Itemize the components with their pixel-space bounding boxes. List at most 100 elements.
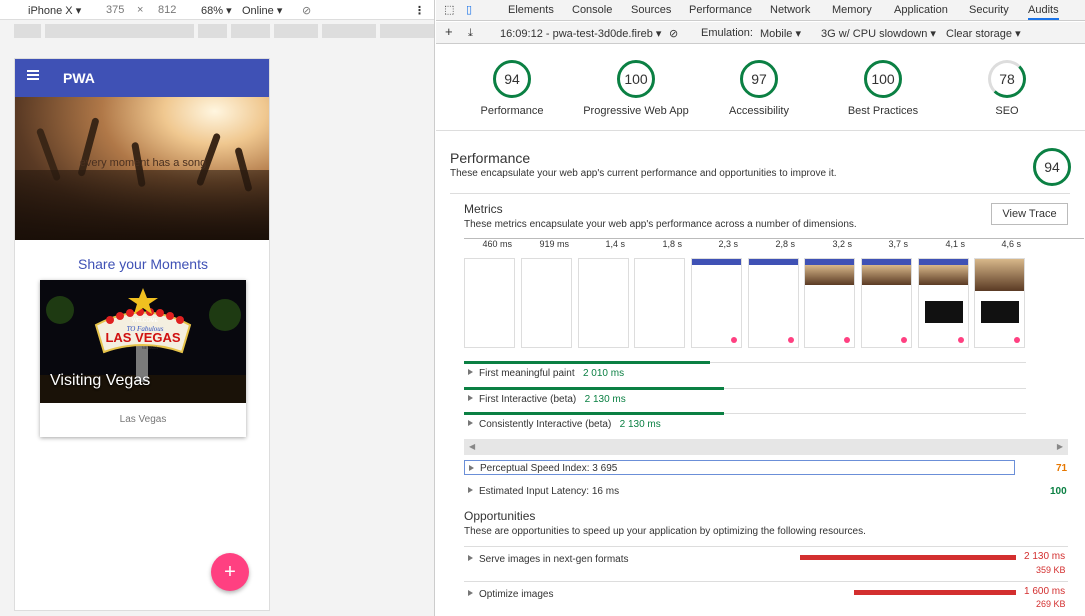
hero-caption: every moment has a song [79, 157, 207, 169]
clear-storage-select[interactable]: Clear storage ▾ [946, 27, 1021, 40]
width-input[interactable]: 375 [106, 4, 124, 16]
gauge-pwa-label: Progressive Web App [583, 105, 689, 117]
card-image: WELCOME TO Fabulous LAS VEGAS NEVADA Vis… [40, 280, 246, 403]
filmstrip-tick: 919 ms [539, 239, 569, 249]
network-select[interactable]: Online ▾ [242, 4, 282, 17]
zoom-value: 68% [201, 5, 224, 17]
clear-icon[interactable]: ⊘ [669, 27, 678, 40]
filmstrip-tick: 460 ms [482, 239, 512, 249]
timing-track [724, 413, 1026, 414]
device-select[interactable]: iPhone X ▾ [28, 4, 81, 17]
divider [450, 193, 1070, 194]
device-toggle-icon[interactable]: ▯ [466, 3, 472, 16]
inspect-icon[interactable]: ⬚ [444, 3, 454, 16]
zoom-select[interactable]: 68% ▾ [201, 4, 232, 17]
performance-section-description: These encapsulate your web app's current… [450, 168, 837, 179]
scroll-left-icon[interactable]: ◀ [469, 442, 475, 451]
media-query-ruler[interactable] [0, 24, 434, 38]
opportunities-description: These are opportunities to speed up your… [464, 526, 866, 537]
opportunity-time: 2 130 ms [1024, 551, 1066, 562]
tab-network[interactable]: Network [770, 4, 810, 16]
metric-consistently-interactive[interactable]: Consistently Interactive (beta) 2 130 ms [464, 415, 1024, 435]
divider [464, 581, 1068, 582]
metric-value: 2 010 ms [582, 368, 625, 379]
opportunity-label: Optimize images [479, 589, 554, 600]
opportunity-size: 359 KB [1036, 565, 1066, 575]
metric-estimated-input-latency[interactable]: Estimated Input Latency: 16 ms [464, 482, 1024, 502]
performance-section-title: Performance [450, 150, 531, 166]
height-input[interactable]: 812 [158, 4, 176, 16]
filmstrip-tick: 1,4 s [605, 239, 625, 249]
metric-label: First Interactive (beta) [479, 394, 577, 405]
divider [464, 546, 1068, 547]
filmstrip-frame [521, 258, 572, 348]
tab-audits[interactable]: Audits [1028, 4, 1059, 20]
opportunity-next-gen-formats[interactable]: Serve images in next-gen formats [464, 550, 1024, 570]
tab-sources[interactable]: Sources [631, 4, 671, 16]
filmstrip-tick: 1,8 s [662, 239, 682, 249]
filmstrip-tick: 2,3 s [718, 239, 738, 249]
gauge-best-practices-label: Best Practices [847, 105, 919, 117]
tab-elements[interactable]: Elements [508, 4, 554, 16]
app-bar: PWA [15, 59, 269, 97]
hero-image: every moment has a song [15, 97, 269, 240]
filmstrip-frame [691, 258, 742, 348]
tab-memory[interactable]: Memory [832, 4, 872, 16]
filmstrip-frame [861, 258, 912, 348]
report-name: 16:09:12 - pwa-test-3d0de.fireb [500, 28, 653, 40]
metric-first-meaningful-paint[interactable]: First meaningful paint 2 010 ms [464, 364, 1024, 384]
tab-security[interactable]: Security [969, 4, 1009, 16]
gauge-best-practices[interactable]: 100 [864, 60, 902, 98]
gauge-performance[interactable]: 94 [493, 60, 531, 98]
phone-screen: PWA every moment has a song Share your M… [14, 58, 270, 611]
horizontal-scrollbar[interactable]: ◀ ▶ [464, 439, 1068, 455]
sign-lasvegas-text: LAS VEGAS [105, 330, 180, 345]
menu-icon[interactable] [27, 74, 39, 76]
tab-console[interactable]: Console [572, 4, 612, 16]
download-icon[interactable]: ⤓ [468, 27, 473, 40]
dimension-separator: × [137, 4, 144, 16]
opportunities-title: Opportunities [464, 509, 536, 523]
metric-value: 2 130 ms [584, 394, 626, 405]
gauge-pwa[interactable]: 100 [617, 60, 655, 98]
filmstrip-tick: 4,1 s [945, 239, 965, 249]
report-select[interactable]: 16:09:12 - pwa-test-3d0de.fireb ▾ [500, 27, 661, 40]
filmstrip-frame [464, 258, 515, 348]
metric-perceptual-speed-index[interactable]: Perceptual Speed Index: 3 695 [464, 460, 1015, 475]
filmstrip-frame [974, 258, 1025, 348]
more-options-icon[interactable]: ⋮ [414, 4, 425, 17]
opportunity-optimize-images[interactable]: Optimize images [464, 585, 1024, 605]
gauge-seo[interactable]: 78 [988, 60, 1026, 98]
devtools-tabbar: ⬚ ▯ Elements Console Sources Performance… [436, 0, 1085, 21]
emulation-value: Mobile [760, 28, 793, 40]
gauge-seo-label: SEO [995, 105, 1019, 117]
new-audit-icon[interactable]: + [445, 24, 453, 39]
performance-section-score: 94 [1033, 148, 1071, 186]
rotate-icon[interactable]: ⊘ [302, 4, 311, 17]
share-heading: Share your Moments [78, 256, 208, 272]
filmstrip-frame [578, 258, 629, 348]
filmstrip-tick: 2,8 s [775, 239, 795, 249]
gauge-accessibility[interactable]: 97 [740, 60, 778, 98]
throttling-select[interactable]: 3G w/ CPU slowdown ▾ [821, 27, 936, 40]
network-value: Online [242, 5, 274, 17]
devtools-pane: ⬚ ▯ Elements Console Sources Performance… [436, 0, 1085, 616]
tab-application[interactable]: Application [894, 4, 948, 16]
view-trace-button[interactable]: View Trace [991, 203, 1068, 225]
add-fab-button[interactable]: + [211, 553, 249, 591]
emulation-label: Emulation: [701, 27, 753, 39]
scroll-right-icon[interactable]: ▶ [1057, 442, 1063, 451]
metric-label: Perceptual Speed Index: 3 695 [480, 463, 618, 474]
sign-nevada-text: NEVADA [142, 345, 158, 350]
metrics-title: Metrics [464, 202, 503, 216]
device-toolbar: iPhone X ▾ 375 × 812 68% ▾ Online ▾ ⊘ ⋮ [0, 0, 434, 20]
metric-label: Estimated Input Latency: 16 ms [479, 486, 620, 497]
tab-performance[interactable]: Performance [689, 4, 752, 16]
metric-label: First meaningful paint [479, 368, 575, 379]
moment-card[interactable]: WELCOME TO Fabulous LAS VEGAS NEVADA Vis… [40, 280, 246, 437]
metric-first-interactive[interactable]: First Interactive (beta) 2 130 ms [464, 390, 1024, 410]
emulation-select[interactable]: Mobile ▾ [760, 27, 801, 40]
opportunity-label: Serve images in next-gen formats [479, 554, 629, 565]
timing-track [724, 388, 1026, 389]
divider [436, 130, 1085, 131]
